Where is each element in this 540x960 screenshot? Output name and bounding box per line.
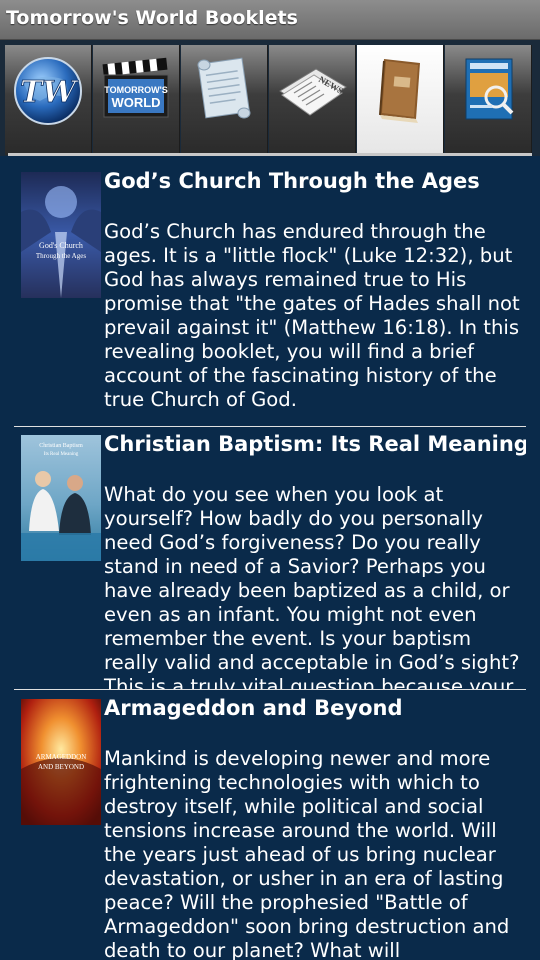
tab-home[interactable]: TW xyxy=(5,45,92,155)
booklet-list[interactable]: God's Church Through the Ages God’s Chur… xyxy=(0,156,540,960)
booklet-description: God’s Church has endured through the age… xyxy=(104,220,520,411)
cover-title-line-2: Through the Ages xyxy=(36,252,86,260)
cover-title-line-2: AND BEYOND xyxy=(38,763,84,771)
scroll-icon xyxy=(197,57,251,119)
book-icon xyxy=(379,59,420,123)
magazine-icon xyxy=(465,58,514,120)
tab-magazine[interactable] xyxy=(445,45,532,155)
booklet-title: Christian Baptism: Its Real Meaning xyxy=(104,432,526,456)
tw-globe-logo-icon: TW xyxy=(14,57,82,125)
booklet-description: What do you see when you look at yoursel… xyxy=(104,483,520,689)
cover-title-line-1: Christian Baptism xyxy=(39,443,83,449)
cover-title-line-1: ARMAGEDDON xyxy=(36,753,87,761)
clapperboard-label-top: TOMORROW'S xyxy=(104,85,167,95)
list-item[interactable]: ARMAGEDDON AND BEYOND Armageddon and Bey… xyxy=(14,683,526,960)
list-item[interactable]: God's Church Through the Ages God’s Chur… xyxy=(14,156,526,424)
app-title: Tomorrow's World Booklets xyxy=(6,7,298,29)
list-item[interactable]: Christian Baptism Its Real Meaning Chris… xyxy=(14,419,526,689)
category-tab-bar: TW TOMORROW'S WORLD NEWS xyxy=(0,40,540,156)
tab-videos[interactable]: TOMORROW'S WORLD xyxy=(93,45,180,155)
newspaper-icon: NEWS xyxy=(279,68,347,116)
booklet-title: God’s Church Through the Ages xyxy=(104,169,480,193)
booklet-description: Mankind is developing newer and more fri… xyxy=(104,747,510,960)
tab-news[interactable]: NEWS xyxy=(269,45,356,155)
tomorrows-world-clapperboard-icon: TOMORROW'S WORLD xyxy=(102,57,169,118)
tw-logo-letters: TW xyxy=(20,75,79,110)
cover-title-line-1: God's Church xyxy=(39,241,83,250)
booklet-title: Armageddon and Beyond xyxy=(104,696,403,720)
tab-booklets[interactable] xyxy=(357,45,444,155)
clapperboard-label-bottom: WORLD xyxy=(111,95,160,110)
booklet-cover-image: ARMAGEDDON AND BEYOND xyxy=(21,699,101,825)
booklet-cover-image: Christian Baptism Its Real Meaning xyxy=(21,435,101,561)
cover-title-line-2: Its Real Meaning xyxy=(44,452,79,457)
tab-articles[interactable] xyxy=(181,45,268,155)
title-bar: Tomorrow's World Booklets xyxy=(0,0,540,40)
booklet-cover-image: God's Church Through the Ages xyxy=(21,172,101,298)
